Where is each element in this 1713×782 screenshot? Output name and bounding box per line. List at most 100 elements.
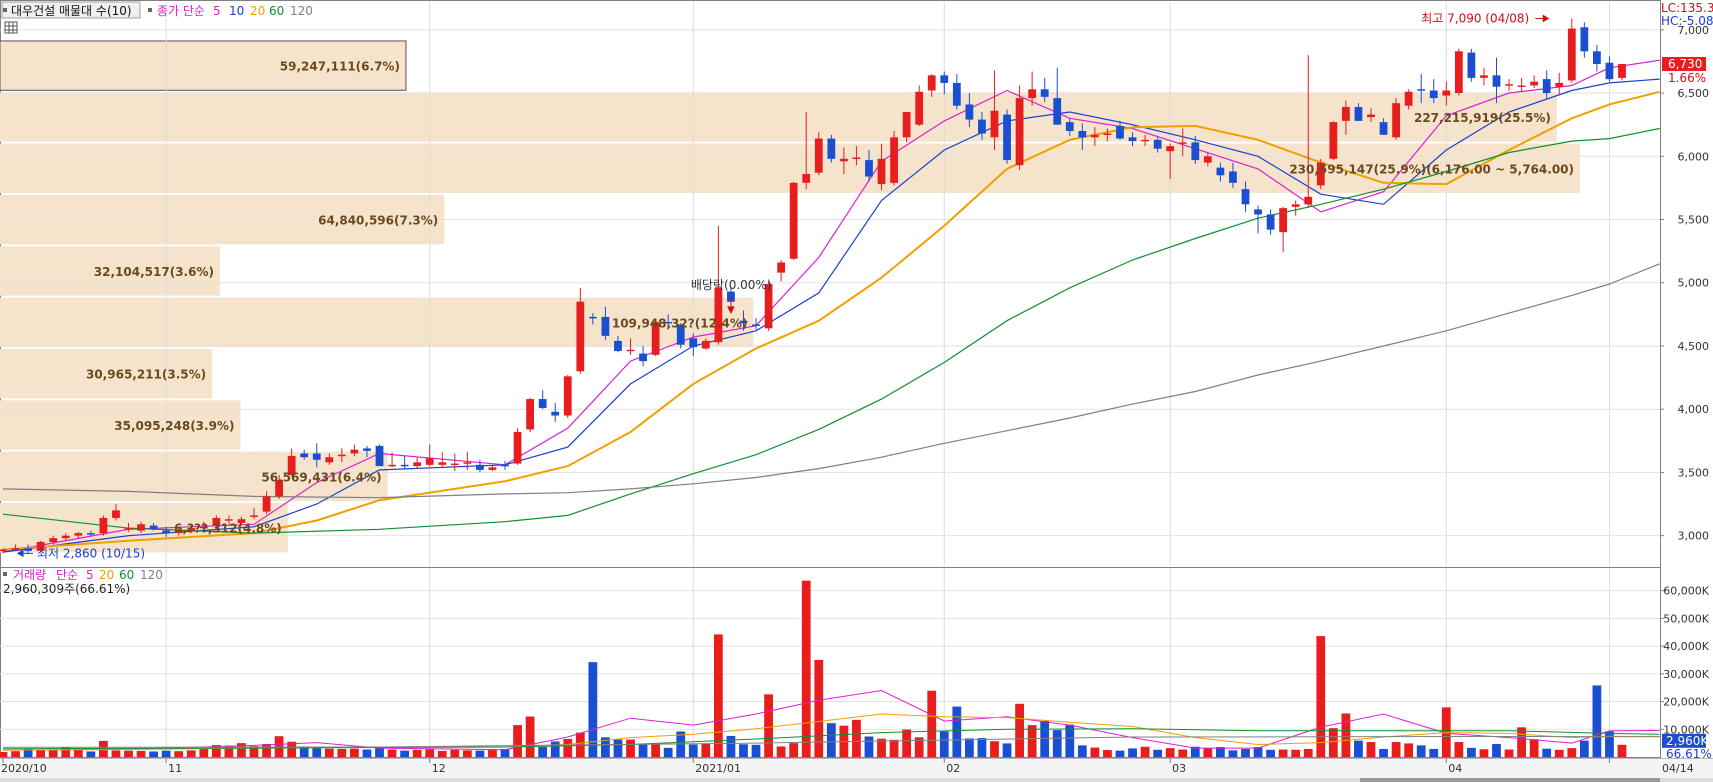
volume-bar[interactable] [1165,748,1175,757]
volume-bar[interactable] [801,580,811,757]
time-tick-label[interactable]: 04/14 [1662,762,1694,775]
candle-body[interactable] [1065,122,1074,131]
volume-bar[interactable] [1266,749,1275,757]
candle-body[interactable] [551,411,560,416]
candle-body[interactable] [1178,142,1187,144]
volume-bar[interactable] [1617,744,1627,757]
volume-bar[interactable] [48,750,58,757]
volume-bar[interactable] [726,735,736,757]
candle-body[interactable] [400,464,409,467]
candle-body[interactable] [952,82,961,106]
volume-bar[interactable] [902,729,912,757]
candle-body[interactable] [1153,139,1162,149]
candle-body[interactable] [61,535,70,539]
volume-bar[interactable] [1090,747,1100,757]
candle-body[interactable] [363,448,371,451]
candle-body[interactable] [965,104,974,120]
volume-bar[interactable] [550,741,560,757]
candle-body[interactable] [425,458,434,465]
candle-body[interactable] [337,454,346,457]
volume-bar[interactable] [475,750,485,757]
candle-body[interactable] [1530,81,1539,86]
volume-bar[interactable] [312,748,322,757]
candle-body[interactable] [1254,209,1262,215]
volume-bar[interactable] [0,752,8,757]
volume-bar[interactable] [651,744,661,757]
volume-bar[interactable] [36,749,46,757]
volume-bar[interactable] [387,749,397,757]
candle-body[interactable] [1417,89,1426,91]
legend-ma20[interactable]: 20 [250,4,265,18]
candle-body[interactable] [689,338,698,348]
candle-body[interactable] [526,399,535,430]
candle-body[interactable] [563,376,572,416]
candle-body[interactable] [1354,106,1363,121]
candle-body[interactable] [463,462,472,464]
volume-bar[interactable] [199,748,209,757]
volume-bar[interactable] [425,749,435,757]
candle-body[interactable] [112,510,120,518]
candle-body[interactable] [1128,137,1137,142]
candle-body[interactable] [1216,167,1225,176]
candle-body[interactable] [1605,62,1614,80]
time-tick-label[interactable]: 04 [1448,762,1462,775]
candle-body[interactable] [74,533,83,536]
candle-body[interactable] [614,340,622,352]
volume-bar[interactable] [626,739,635,757]
volume-bar[interactable] [174,751,184,757]
volume-bar[interactable] [764,694,773,757]
candle-body[interactable] [777,262,786,273]
scrollbar-thumb[interactable] [1360,778,1660,782]
candle-body[interactable] [1229,171,1237,183]
volume-bar[interactable] [375,747,384,757]
volume-bar[interactable] [701,743,711,757]
volume-bar[interactable] [488,749,497,757]
candle-body[interactable] [915,91,924,125]
candle-body[interactable] [476,464,484,470]
candle-body[interactable] [250,515,258,517]
volume-bar[interactable] [1228,750,1238,757]
candle-body[interactable] [538,399,547,408]
volume-bar[interactable] [1291,749,1301,757]
candle-body[interactable] [1392,103,1400,138]
time-tick-label[interactable]: 03 [1172,762,1186,775]
volume-legend-ma60[interactable]: 60 [119,568,134,582]
candle-body[interactable] [1166,146,1175,152]
candle-body[interactable] [1342,106,1350,121]
volume-bar[interactable] [789,743,799,757]
volume-bar[interactable] [1153,749,1163,757]
volume-bar[interactable] [1354,740,1363,757]
candle-body[interactable] [300,453,309,458]
volume-bar[interactable] [864,736,874,757]
candle-body[interactable] [1567,28,1576,81]
volume-bar[interactable] [124,750,133,757]
volume-bar[interactable] [400,750,410,757]
volume-bar[interactable] [1504,749,1514,757]
candle-body[interactable] [438,462,447,465]
volume-bar[interactable] [350,748,359,757]
volume-bar[interactable] [852,719,861,757]
volume-bar[interactable] [1303,748,1313,757]
candle-body[interactable] [1266,214,1275,230]
time-tick-label[interactable]: 11 [168,762,182,775]
volume-bar[interactable] [73,749,83,757]
candle-body[interactable] [1517,85,1526,87]
table-icon[interactable] [4,21,18,34]
candle-body[interactable] [839,158,848,162]
volume-bar[interactable] [149,751,158,757]
candle-body[interactable] [1442,90,1451,96]
candle-body[interactable] [388,464,396,467]
candle-body[interactable] [1203,156,1212,163]
volume-bar[interactable] [939,731,949,757]
volume-bar[interactable] [1278,749,1288,757]
candle-body[interactable] [513,431,522,464]
volume-bar[interactable] [450,749,460,757]
volume-legend-ma20[interactable]: 20 [99,568,114,582]
candle-body[interactable] [1040,89,1049,97]
candle-body[interactable] [24,548,32,551]
volume-bar[interactable] [990,741,999,757]
time-tick-label[interactable]: 2021/01 [695,762,741,775]
legend-ma5[interactable]: 5 [213,4,221,18]
candle-body[interactable] [1304,196,1313,205]
candle-body[interactable] [1505,84,1513,86]
